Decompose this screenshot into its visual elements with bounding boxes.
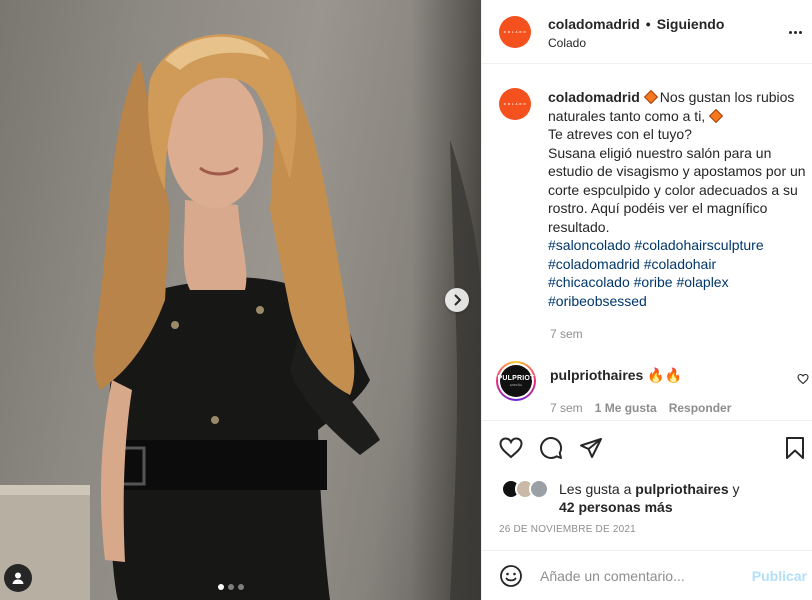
caption-text: coladomadrid Nos gustan los rubios natura… — [548, 88, 808, 310]
post-viewer: C O L A D O coladomadrid • Siguiendo Col… — [0, 0, 812, 600]
user-icon — [12, 572, 24, 584]
caption-line-3: Susana eligió nuestro salón para un estu… — [548, 144, 806, 235]
share-button[interactable] — [579, 436, 603, 460]
avatar-logo-text: C O L A D O — [503, 102, 527, 106]
caption-line-2: Te atreves con el tuyo? — [548, 126, 692, 142]
avatar-logo-subtext: ESPAÑA — [510, 383, 522, 387]
liker-username[interactable]: pulpriothaires — [635, 481, 728, 497]
orange-diamond-emoji — [709, 108, 724, 123]
heart-icon — [499, 437, 523, 459]
hashtag[interactable]: #oribeobsessed — [548, 293, 647, 309]
caption-username[interactable]: coladomadrid — [548, 89, 640, 105]
commenter-avatar[interactable]: PULPRIOT ESPAÑA — [496, 361, 536, 401]
reply-button[interactable]: Responder — [669, 401, 732, 415]
tagged-users-button[interactable] — [4, 564, 32, 592]
likes-text: Les gusta a pulpriothaires y 42 personas… — [559, 480, 779, 516]
hashtag[interactable]: #coladohair — [644, 256, 716, 272]
liker-avatars[interactable] — [501, 479, 553, 501]
separator-dot: • — [645, 15, 651, 32]
post-date[interactable]: 26 DE NOVIEMBRE DE 2021 — [499, 524, 636, 535]
like-button[interactable] — [499, 436, 523, 460]
carousel-dot — [218, 584, 224, 590]
likes-summary: Les gusta a pulpriothaires y 42 personas… — [501, 479, 779, 516]
following-button[interactable]: Siguiendo — [657, 16, 725, 32]
comment-item: PULPRIOT ESPAÑA pulpriothaires 🔥🔥 7 sem … — [496, 361, 812, 415]
publish-button[interactable]: Publicar — [752, 568, 807, 584]
hashtag[interactable]: #coladohairsculpture — [634, 237, 763, 253]
author-username[interactable]: coladomadrid — [548, 16, 640, 32]
comment-timestamp[interactable]: 7 sem — [550, 401, 583, 415]
post-media[interactable] — [0, 0, 481, 600]
next-image-button[interactable] — [445, 288, 469, 312]
caption: C O L A D O coladomadrid Nos gustan los r… — [499, 88, 808, 310]
likes-prefix: Les gusta a — [559, 481, 632, 497]
photo-woman-blonde-hair — [0, 34, 481, 600]
emoji-icon[interactable] — [499, 564, 523, 588]
comment-button[interactable] — [539, 436, 563, 460]
comment-likes[interactable]: 1 Me gusta — [595, 401, 657, 415]
post-header: C O L A D O coladomadrid • Siguiendo Col… — [482, 0, 812, 64]
chevron-right-icon — [454, 294, 462, 306]
carousel-dot — [228, 584, 234, 590]
hashtag[interactable]: #coladomadrid — [548, 256, 640, 272]
comment-bubble-icon — [540, 437, 563, 459]
commenter-username[interactable]: pulpriothaires — [550, 367, 643, 383]
avatar-logo-text: C O L A D O — [503, 29, 527, 34]
more-options-icon[interactable] — [785, 22, 805, 42]
likes-joiner: y — [732, 481, 740, 497]
hashtag[interactable]: #chicacolado — [548, 274, 630, 290]
liker-avatar — [529, 479, 549, 499]
carousel-dot — [238, 584, 244, 590]
comment-composer: Publicar — [482, 550, 812, 600]
post-actions: Les gusta a pulpriothaires y 42 personas… — [482, 420, 812, 550]
comment-text: 🔥🔥 — [647, 367, 683, 383]
bookmark-icon — [786, 437, 804, 459]
hashtag[interactable]: #saloncolado — [548, 237, 631, 253]
avatar-logo-text: PULPRIOT — [497, 375, 535, 382]
post-details-panel: C O L A D O coladomadrid • Siguiendo Col… — [481, 0, 812, 600]
caption-timestamp[interactable]: 7 sem — [550, 327, 583, 341]
post-location[interactable]: Colado — [548, 36, 724, 50]
send-icon — [580, 438, 602, 458]
save-button[interactable] — [783, 436, 807, 460]
author-avatar[interactable]: C O L A D O — [499, 15, 531, 48]
carousel-indicator — [218, 584, 244, 590]
comments-section[interactable]: C O L A D O coladomadrid Nos gustan los r… — [482, 64, 812, 420]
orange-diamond-emoji — [643, 89, 658, 105]
hashtag[interactable]: #oribe — [634, 274, 673, 290]
likes-others-link[interactable]: 42 personas más — [559, 499, 673, 515]
comment-input[interactable] — [540, 567, 740, 584]
comment-heart-icon[interactable] — [797, 373, 809, 385]
caption-author-avatar[interactable]: C O L A D O — [499, 88, 531, 120]
hashtag[interactable]: #olaplex — [676, 274, 728, 290]
